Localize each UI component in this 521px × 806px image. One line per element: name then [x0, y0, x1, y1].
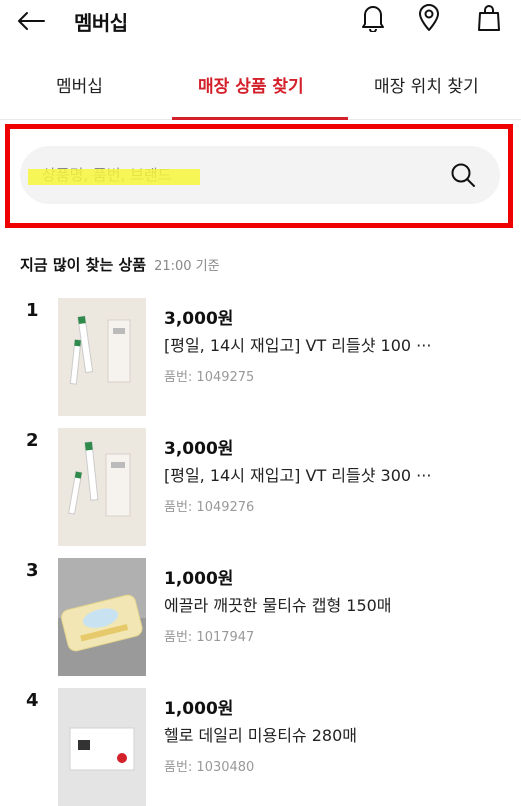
product-list: 1 3,000원 [평일, 14시 재입고] VT 리들샷 100 ··· 품번… — [0, 298, 521, 806]
product-image — [58, 688, 146, 806]
shopping-bag-icon — [478, 5, 500, 31]
location-pin-icon — [419, 4, 439, 31]
product-name: 에끌라 깨끗한 물티슈 캡형 150매 — [164, 596, 392, 615]
product-item[interactable]: 3 1,000원 에끌라 깨끗한 물티슈 캡형 150매 품번: 1017947 — [0, 558, 521, 688]
active-tab-indicator — [172, 117, 348, 120]
product-item[interactable]: 1 3,000원 [평일, 14시 재입고] VT 리들샷 100 ··· 품번… — [0, 298, 521, 428]
search-bar — [20, 146, 500, 204]
product-code: 품번: 1049276 — [164, 500, 255, 515]
product-price: 3,000원 — [164, 309, 234, 329]
product-code: 품번: 1030480 — [164, 760, 255, 775]
product-item[interactable]: 4 1,000원 헬로 데일리 미용티슈 280매 품번: 1030480 — [0, 688, 521, 806]
tab-store-location-search[interactable]: 매장 위치 찾기 — [374, 72, 479, 97]
back-button[interactable] — [16, 6, 52, 36]
location-button[interactable] — [412, 0, 446, 36]
section-timestamp: 21:00 기준 — [154, 259, 220, 274]
product-image — [58, 298, 146, 416]
product-price: 1,000원 — [164, 569, 234, 589]
search-button[interactable] — [448, 160, 478, 190]
product-price: 3,000원 — [164, 439, 234, 459]
tab-bar: 멤버십 매장 상품 찾기 매장 위치 찾기 — [0, 62, 521, 120]
product-rank: 1 — [26, 300, 39, 321]
product-image — [58, 558, 146, 676]
section-title: 지금 많이 찾는 상품 — [20, 256, 147, 274]
product-item[interactable]: 2 3,000원 [평일, 14시 재입고] VT 리들샷 300 ··· 품번… — [0, 428, 521, 558]
product-code: 품번: 1049275 — [164, 370, 255, 385]
product-rank: 2 — [26, 430, 39, 451]
bell-icon — [362, 6, 384, 32]
tab-membership[interactable]: 멤버십 — [56, 72, 103, 97]
product-name: [평일, 14시 재입고] VT 리들샷 100 ··· — [164, 336, 432, 355]
product-name: [평일, 14시 재입고] VT 리들샷 300 ··· — [164, 466, 432, 485]
product-rank: 3 — [26, 560, 39, 581]
search-input[interactable] — [42, 160, 422, 190]
tab-store-product-search[interactable]: 매장 상품 찾기 — [198, 72, 304, 97]
notification-button[interactable] — [356, 0, 390, 36]
product-name: 헬로 데일리 미용티슈 280매 — [164, 726, 357, 745]
back-arrow-icon — [18, 12, 45, 30]
top-bar: 멤버십 — [0, 0, 521, 44]
product-image — [58, 428, 146, 546]
cart-button[interactable] — [472, 0, 506, 36]
product-rank: 4 — [26, 690, 39, 711]
product-price: 1,000원 — [164, 699, 234, 719]
product-code: 품번: 1017947 — [164, 630, 255, 645]
popular-products-heading: 지금 많이 찾는 상품 21:00 기준 — [20, 254, 220, 275]
page-title: 멤버십 — [74, 11, 128, 35]
search-icon — [451, 163, 475, 187]
